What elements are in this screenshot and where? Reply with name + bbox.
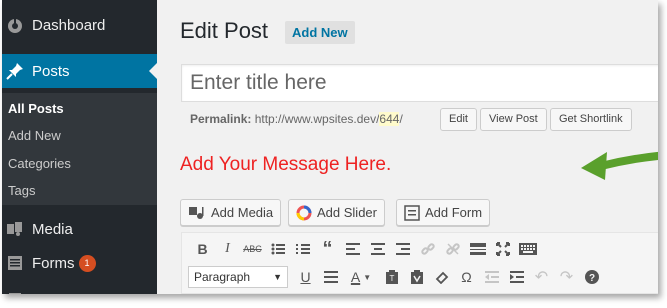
permalink-trail: / bbox=[399, 112, 403, 126]
posts-submenu: All Posts Add New Categories Tags bbox=[2, 93, 157, 205]
menu-item-forms[interactable]: Forms 1 bbox=[2, 246, 157, 280]
add-form-label: Add Form bbox=[425, 205, 483, 220]
underline-icon[interactable]: U bbox=[294, 266, 317, 288]
align-center-icon[interactable] bbox=[366, 238, 389, 260]
post-title-input[interactable]: Enter title here bbox=[181, 64, 658, 102]
camera-music-icon bbox=[188, 205, 206, 221]
toolbar-row-1: B I ABC “ bbox=[191, 238, 541, 260]
media-icon bbox=[6, 220, 24, 238]
menu-item-dashboard[interactable]: Dashboard bbox=[2, 8, 157, 42]
paste-as-text-icon[interactable]: T bbox=[380, 266, 403, 288]
blockquote-icon[interactable]: “ bbox=[316, 238, 339, 260]
permalink-slug[interactable]: 644 bbox=[379, 112, 400, 126]
add-new-button[interactable]: Add New bbox=[285, 21, 355, 44]
svg-text:?: ? bbox=[588, 273, 594, 284]
menu-item-media[interactable]: Media bbox=[2, 212, 157, 246]
align-right-icon[interactable] bbox=[391, 238, 414, 260]
custom-message: Add Your Message Here. bbox=[180, 154, 392, 175]
fullscreen-icon[interactable] bbox=[491, 238, 514, 260]
forms-icon bbox=[6, 254, 24, 272]
submenu-tags[interactable]: Tags bbox=[8, 183, 35, 198]
submenu-categories[interactable]: Categories bbox=[8, 156, 71, 171]
read-more-icon[interactable] bbox=[466, 238, 489, 260]
slider-icon bbox=[296, 205, 312, 221]
menu-icon bbox=[6, 290, 24, 294]
numbered-list-icon[interactable] bbox=[291, 238, 314, 260]
screenshot-frame: Dashboard Posts All Posts Add New Catego… bbox=[2, 0, 658, 294]
italic-icon[interactable]: I bbox=[216, 238, 239, 260]
submenu-all-posts[interactable]: All Posts bbox=[8, 101, 64, 116]
dashboard-icon bbox=[6, 16, 24, 34]
form-icon bbox=[404, 204, 420, 221]
help-icon[interactable]: ? bbox=[580, 266, 603, 288]
menu-label-posts: Posts bbox=[32, 62, 70, 80]
edit-permalink-button[interactable]: Edit bbox=[440, 108, 477, 131]
bullet-list-icon[interactable] bbox=[266, 238, 289, 260]
view-post-button[interactable]: View Post bbox=[480, 108, 547, 131]
eraser-icon[interactable] bbox=[430, 266, 453, 288]
toolbar-row-2: Paragraph ▼ U A ▼ T Ω ↶ ↷ ? bbox=[182, 266, 605, 288]
align-left-icon[interactable] bbox=[341, 238, 364, 260]
svg-text:T: T bbox=[389, 274, 394, 283]
chevron-down-icon: ▼ bbox=[273, 272, 282, 282]
strikethrough-icon[interactable]: ABC bbox=[241, 238, 264, 260]
justify-icon[interactable] bbox=[319, 266, 342, 288]
admin-sidebar: Dashboard Posts All Posts Add New Catego… bbox=[2, 0, 157, 294]
permalink-url[interactable]: http://www.wpsites.dev/ bbox=[255, 112, 380, 126]
redo-icon[interactable]: ↷ bbox=[555, 266, 578, 288]
keyboard-toolbar-toggle-icon[interactable] bbox=[516, 238, 539, 260]
text-color-icon[interactable]: A ▼ bbox=[344, 266, 378, 288]
menu-label-forms: Forms bbox=[32, 254, 75, 272]
get-shortlink-button[interactable]: Get Shortlink bbox=[550, 108, 632, 131]
add-form-button[interactable]: Add Form bbox=[396, 199, 491, 226]
permalink-line: Permalink: http://www.wpsites.dev/644/ bbox=[190, 112, 403, 126]
menu-item-posts[interactable]: Posts bbox=[2, 54, 157, 88]
green-arrow-icon bbox=[581, 151, 658, 180]
paragraph-format-select[interactable]: Paragraph ▼ bbox=[188, 266, 288, 288]
menu-item-next[interactable] bbox=[2, 282, 157, 294]
submenu-add-new[interactable]: Add New bbox=[8, 128, 61, 143]
permalink-label: Permalink: bbox=[190, 112, 252, 126]
bold-icon[interactable]: B bbox=[191, 238, 214, 260]
page-title: Edit Post bbox=[180, 18, 269, 43]
menu-label-dashboard: Dashboard bbox=[32, 16, 106, 34]
add-media-label: Add Media bbox=[211, 205, 274, 220]
editor-toolbar: B I ABC “ Paragraph ▼ U A ▼ T Ω ↶ ↷ ? bbox=[181, 232, 658, 294]
pushpin-icon bbox=[6, 62, 24, 80]
add-slider-label: Add Slider bbox=[317, 205, 377, 220]
paragraph-format-value: Paragraph bbox=[194, 270, 251, 284]
special-character-icon[interactable]: Ω bbox=[455, 266, 478, 288]
forms-count-badge: 1 bbox=[78, 254, 96, 272]
undo-icon[interactable]: ↶ bbox=[530, 266, 553, 288]
menu-label-media: Media bbox=[32, 220, 73, 238]
outdent-icon[interactable] bbox=[480, 266, 503, 288]
add-media-button[interactable]: Add Media bbox=[180, 199, 282, 226]
main-content: Edit Post Add New Enter title here Perma… bbox=[157, 0, 658, 294]
clear-formatting-icon[interactable] bbox=[405, 266, 428, 288]
unlink-icon[interactable] bbox=[441, 238, 464, 260]
indent-icon[interactable] bbox=[505, 266, 528, 288]
add-slider-button[interactable]: Add Slider bbox=[288, 199, 385, 226]
insert-link-icon[interactable] bbox=[416, 238, 439, 260]
